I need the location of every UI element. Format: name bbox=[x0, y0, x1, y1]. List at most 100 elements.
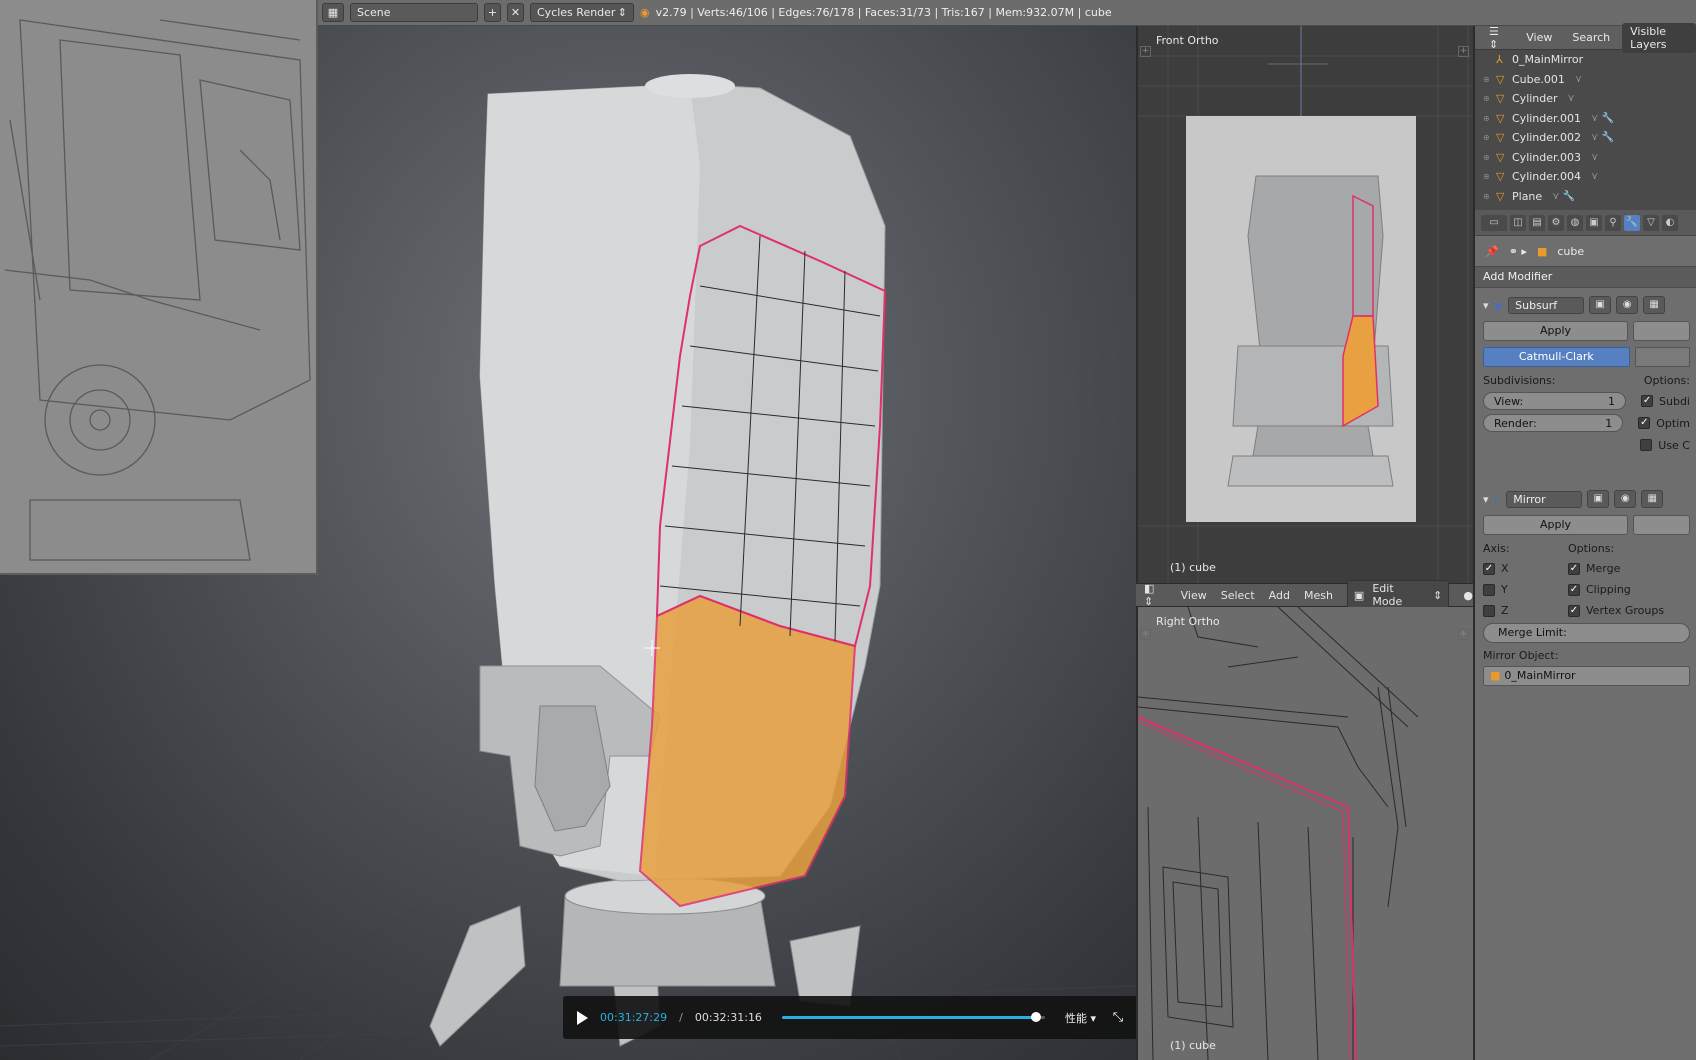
add-scene-button[interactable]: + bbox=[484, 3, 501, 22]
exit-fullscreen-icon[interactable]: ⤡ bbox=[1108, 1010, 1128, 1025]
render-levels-field[interactable]: Render: 1 bbox=[1483, 414, 1624, 432]
outliner-item[interactable]: ⊕ ▽ Cylinder.002 ⋎ 🔧 bbox=[1475, 128, 1696, 148]
subdivide-uvs-checkbox[interactable]: ✓ Subdi bbox=[1641, 395, 1690, 408]
viewport-toggle-icon[interactable]: ◉ bbox=[1614, 490, 1637, 508]
properties-context: 📌 ⚭ ▸ ■ cube bbox=[1475, 236, 1696, 266]
axis-label: Axis: bbox=[1483, 541, 1510, 555]
outliner-item[interactable]: ⅄ 0_MainMirror bbox=[1475, 50, 1696, 70]
add-menu[interactable]: Add bbox=[1269, 589, 1290, 602]
editmode-toggle-icon[interactable]: ▦ bbox=[1643, 296, 1666, 314]
data-tab-icon[interactable]: ▽ bbox=[1643, 214, 1659, 231]
outliner-editor-icon[interactable]: ☰ ⇕ bbox=[1481, 23, 1514, 53]
front-ortho-viewport[interactable]: Front Ortho (1) cube + + bbox=[1136, 26, 1473, 583]
render-engine-select[interactable]: Cycles Render ⇕ bbox=[530, 3, 634, 22]
select-menu[interactable]: Select bbox=[1221, 589, 1255, 602]
properties-editor-icon[interactable]: ▭ bbox=[1481, 214, 1507, 231]
expand-icon[interactable]: ⊕ bbox=[1483, 192, 1492, 201]
screen-layout-icon[interactable]: ▦ bbox=[322, 3, 344, 22]
mesh-icon: ▽ bbox=[1496, 92, 1505, 106]
scene-selector[interactable]: Scene bbox=[350, 3, 478, 22]
collapse-icon[interactable]: ▾ bbox=[1483, 493, 1489, 506]
mesh-icon: ▽ bbox=[1496, 111, 1505, 125]
progress-knob[interactable] bbox=[1031, 1012, 1042, 1022]
view-menu[interactable]: View bbox=[1181, 589, 1207, 602]
catmull-clark-option[interactable]: Catmull-Clark bbox=[1483, 347, 1630, 367]
subsurf-icon: ◉ bbox=[1493, 298, 1504, 312]
mirror-apply-button[interactable]: Apply bbox=[1483, 515, 1629, 535]
quality-selector[interactable]: 性能 ▾ bbox=[1065, 1010, 1096, 1026]
mirror-object-field[interactable]: ■ 0_MainMirror bbox=[1483, 666, 1690, 686]
shading-icon[interactable]: ● bbox=[1463, 589, 1473, 602]
collapse-icon[interactable]: ▾ bbox=[1483, 299, 1489, 312]
expand-icon[interactable]: ⊕ bbox=[1483, 114, 1492, 123]
mirror-name-field[interactable]: Mirror bbox=[1506, 490, 1583, 508]
axis-y-checkbox[interactable]: Y bbox=[1483, 583, 1563, 596]
outliner-display-mode[interactable]: Visible Layers bbox=[1622, 22, 1696, 53]
expand-icon[interactable]: ⊕ bbox=[1483, 153, 1492, 162]
properties-panel: ▭ ◫ ▤ ⚙ ◍ ▣ ⚲ 🔧 ▽ ◐ 📌 ⚭ ▸ ■ cube Add Mod… bbox=[1473, 210, 1696, 1060]
merge-limit-field[interactable]: Merge Limit: bbox=[1483, 623, 1690, 643]
modifiers-tab-icon[interactable]: 🔧 bbox=[1624, 214, 1640, 231]
expand-icon[interactable]: ⊕ bbox=[1483, 172, 1492, 181]
outliner-header: ☰ ⇕ View Search Visible Layers bbox=[1475, 22, 1696, 53]
constraints-tab-icon[interactable]: ⚲ bbox=[1605, 214, 1621, 231]
add-modifier-button[interactable]: Add Modifier bbox=[1475, 266, 1696, 288]
editor-type-icon[interactable]: ◧ ⇕ bbox=[1144, 582, 1167, 608]
simple-option[interactable] bbox=[1634, 347, 1690, 367]
video-player-bar: 00:31:27:29 / 00:32:31:16 性能 ▾ ⤡ bbox=[563, 996, 1136, 1039]
optimal-display-checkbox[interactable]: ✓ Optim bbox=[1638, 417, 1690, 430]
reference-sketch bbox=[0, 0, 316, 573]
stats-text: v2.79 | Verts:46/106 | Edges:76/178 | Fa… bbox=[655, 6, 1112, 19]
axis-x-checkbox[interactable]: ✓ X bbox=[1483, 562, 1563, 575]
selected-faces bbox=[638, 594, 857, 908]
material-tab-icon[interactable]: ◐ bbox=[1662, 214, 1678, 231]
viewport-split-icon[interactable]: + bbox=[1458, 46, 1469, 57]
render-tab-icon[interactable]: ◫ bbox=[1510, 214, 1526, 231]
outliner-item[interactable]: ⊕ ▽ Cylinder.004 ⋎ bbox=[1475, 167, 1696, 187]
render-toggle-icon[interactable]: ▣ bbox=[1589, 296, 1612, 314]
outliner-item[interactable]: ⊕ ▽ Cylinder.001 ⋎ 🔧 bbox=[1475, 109, 1696, 129]
object-tab-icon[interactable]: ▣ bbox=[1586, 214, 1602, 231]
merge-checkbox[interactable]: ✓ Merge bbox=[1568, 562, 1620, 575]
outliner-item[interactable]: ⊕ ▽ Cylinder.003 ⋎ bbox=[1475, 148, 1696, 168]
axis-z-checkbox[interactable]: Z bbox=[1483, 604, 1563, 617]
scene-tab-icon[interactable]: ⚙ bbox=[1548, 214, 1564, 231]
view-levels-field[interactable]: View: 1 bbox=[1483, 392, 1627, 410]
render-toggle-icon[interactable]: ▣ bbox=[1587, 490, 1610, 508]
viewport-toggle-icon[interactable]: ◉ bbox=[1616, 296, 1639, 314]
viewport-split-icon[interactable]: + bbox=[1458, 629, 1469, 640]
subsurf-name-field[interactable]: Subsurf bbox=[1508, 296, 1585, 314]
delete-scene-button[interactable]: ✕ bbox=[507, 3, 524, 22]
outliner-panel: ☰ ⇕ View Search Visible Layers ⅄ 0_MainM… bbox=[1473, 22, 1696, 210]
mesh-icon: ▽ bbox=[1496, 170, 1505, 184]
outliner-item[interactable]: ⊕ ▽ Cube.001 ⋎ bbox=[1475, 70, 1696, 90]
viewport-split-icon[interactable]: + bbox=[1140, 629, 1151, 640]
outliner-view-menu[interactable]: View bbox=[1518, 29, 1560, 46]
right-ortho-viewport[interactable]: Right Ortho (1) cube + + bbox=[1136, 607, 1473, 1060]
editmode-toggle-icon[interactable]: ▦ bbox=[1641, 490, 1664, 508]
mirror-copy-button[interactable] bbox=[1633, 515, 1690, 535]
expand-icon[interactable]: ⊕ bbox=[1483, 133, 1492, 142]
expand-icon[interactable]: ⊕ bbox=[1483, 75, 1492, 84]
mirror-object-label: Mirror Object: bbox=[1483, 648, 1559, 662]
pin-icon[interactable]: 📌 bbox=[1485, 245, 1499, 258]
world-tab-icon[interactable]: ◍ bbox=[1567, 214, 1583, 231]
mesh-menu[interactable]: Mesh bbox=[1304, 589, 1333, 602]
mesh-data-icon: ■ bbox=[1536, 244, 1548, 258]
expand-icon[interactable]: ⊕ bbox=[1483, 94, 1492, 103]
mode-selector[interactable]: ▣ Edit Mode ⇕ bbox=[1346, 580, 1450, 610]
subsurf-copy-button[interactable] bbox=[1633, 321, 1690, 341]
clipping-checkbox[interactable]: ✓ Clipping bbox=[1568, 583, 1631, 596]
outliner-search-menu[interactable]: Search bbox=[1564, 29, 1618, 46]
play-icon[interactable] bbox=[577, 1010, 588, 1025]
vertex-groups-checkbox[interactable]: ✓ Vertex Groups bbox=[1568, 604, 1664, 617]
progress-bar[interactable] bbox=[781, 1012, 1045, 1022]
outliner-item[interactable]: ⊕ ▽ Cylinder ⋎ bbox=[1475, 89, 1696, 109]
wrench-icon: ⋎ 🔧 bbox=[1591, 132, 1614, 144]
layers-tab-icon[interactable]: ▤ bbox=[1529, 214, 1545, 231]
subsurf-apply-button[interactable]: Apply bbox=[1483, 321, 1629, 341]
outliner-item[interactable]: ⊕ ▽ Plane ⋎ 🔧 bbox=[1475, 187, 1696, 207]
mesh-icon: ▽ bbox=[1496, 131, 1505, 145]
use-opensubdiv-checkbox[interactable]: Use C bbox=[1640, 439, 1690, 452]
viewport-split-icon[interactable]: + bbox=[1140, 46, 1151, 57]
